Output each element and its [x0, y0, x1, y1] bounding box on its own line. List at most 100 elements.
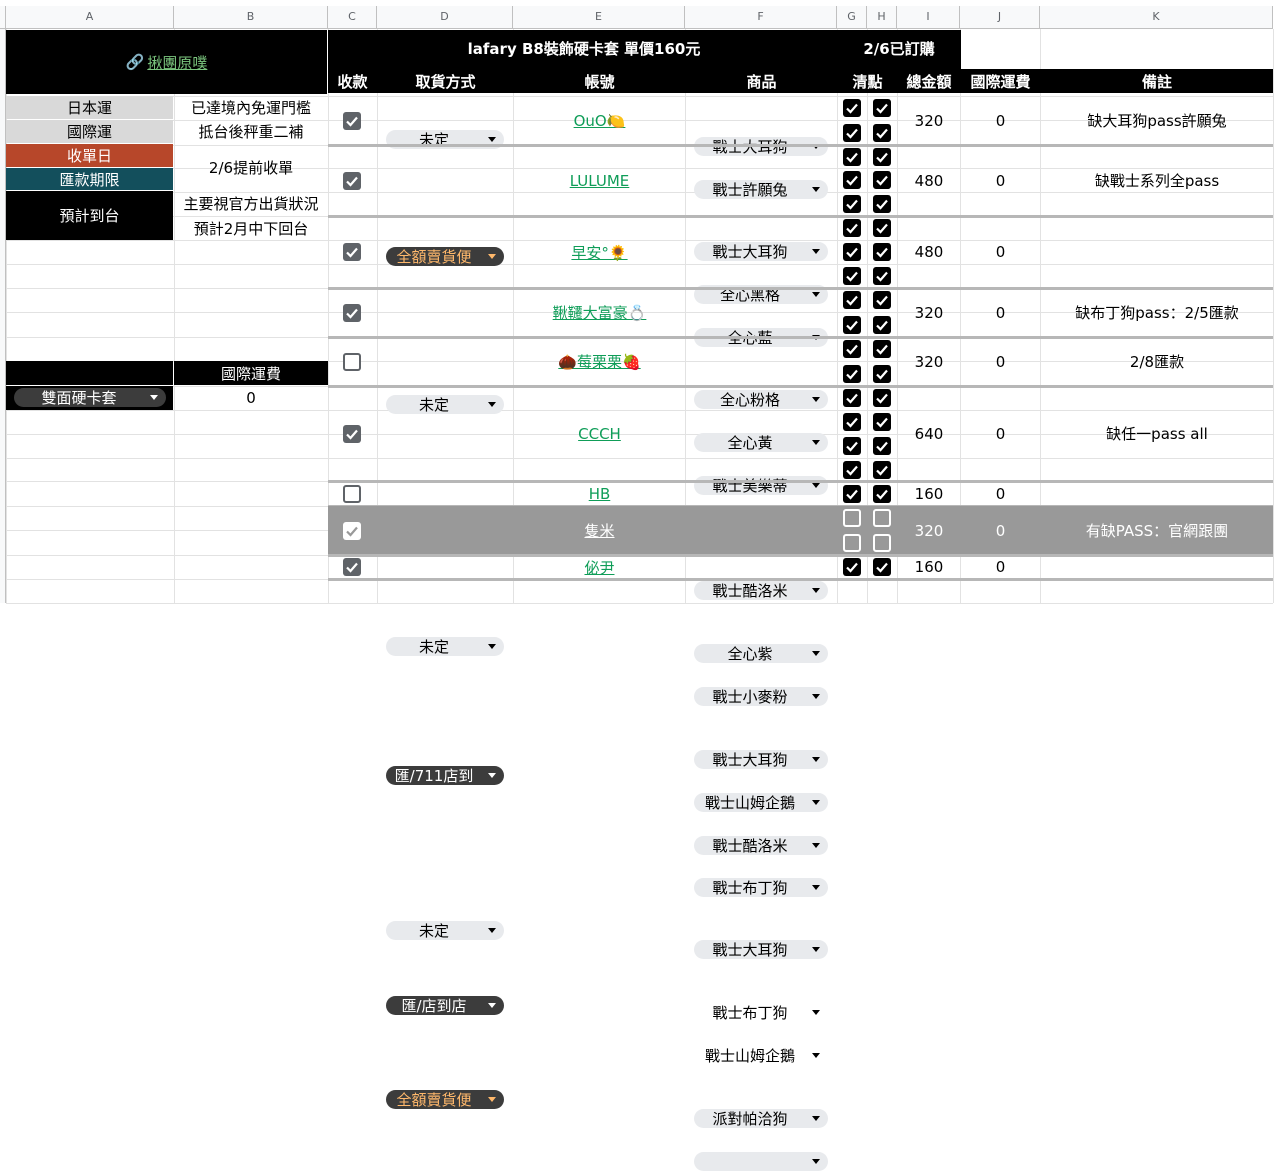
count-checkbox[interactable]: [873, 123, 891, 142]
count-checkbox[interactable]: [843, 558, 861, 576]
pickup-dropdown[interactable]: 匯/711店到: [386, 766, 504, 785]
count-checkbox[interactable]: [843, 389, 861, 407]
count-checkbox[interactable]: [843, 484, 861, 503]
item-dropdown[interactable]: 戰士酷洛米: [694, 581, 828, 600]
item-dropdown[interactable]: 派對帕洽狗: [694, 1108, 828, 1128]
paid-checkbox[interactable]: [343, 352, 361, 371]
column-header-f[interactable]: F: [685, 6, 837, 29]
count-checkbox[interactable]: [873, 558, 891, 576]
pickup-dropdown[interactable]: 未定: [386, 921, 504, 940]
pickup-dropdown[interactable]: 全額賣貨便: [386, 247, 504, 266]
column-header-c[interactable]: C: [328, 6, 377, 29]
count-checkbox[interactable]: [843, 243, 861, 261]
count-checkbox[interactable]: [843, 267, 861, 285]
account-link[interactable]: OuO🍋: [574, 112, 626, 130]
pickup-dropdown[interactable]: 未定: [386, 637, 504, 656]
column-header-d[interactable]: D: [377, 6, 513, 29]
count-checkbox[interactable]: [873, 437, 891, 455]
item-dropdown[interactable]: 全心紫: [694, 643, 828, 663]
count-checkbox[interactable]: [873, 460, 891, 479]
column-header-j[interactable]: J: [960, 6, 1040, 29]
column-header-i[interactable]: I: [897, 6, 960, 29]
item-dropdown[interactable]: 戰士大耳狗: [694, 940, 828, 959]
item-dropdown[interactable]: 全心黃: [694, 432, 828, 452]
count-checkbox[interactable]: [843, 99, 861, 117]
pickup-dropdown[interactable]: 未定: [386, 394, 504, 414]
count-checkbox[interactable]: [843, 147, 861, 166]
pickup-dropdown[interactable]: 匯/店到店: [386, 996, 504, 1015]
paid-checkbox[interactable]: [343, 111, 361, 130]
paid-checkbox[interactable]: [343, 424, 361, 443]
count-checkbox[interactable]: [873, 195, 891, 213]
select-all-corner[interactable]: [0, 6, 6, 29]
column-header-b[interactable]: B: [174, 6, 328, 29]
paid-checkbox[interactable]: [343, 521, 361, 540]
account-link[interactable]: HB: [589, 485, 611, 503]
count-checkbox[interactable]: [843, 364, 861, 383]
count-checkbox[interactable]: [873, 413, 891, 431]
count-checkbox[interactable]: [873, 267, 891, 285]
item-dropdown[interactable]: 戰士大耳狗: [694, 242, 828, 261]
column-header-h[interactable]: H: [867, 6, 897, 29]
count-checkbox[interactable]: [843, 533, 861, 552]
item-dropdown[interactable]: 全心粉格: [694, 389, 828, 409]
column-header-a[interactable]: A: [6, 6, 174, 29]
paid-checkbox[interactable]: [343, 484, 361, 503]
count-checkbox[interactable]: [873, 364, 891, 383]
count-checkbox[interactable]: [843, 219, 861, 237]
account-link[interactable]: 佖尹: [584, 557, 614, 578]
paid-checkbox[interactable]: [343, 243, 361, 261]
account-link[interactable]: LULUME: [570, 172, 630, 190]
paid-checkbox[interactable]: [343, 303, 361, 322]
count-checkbox[interactable]: [873, 509, 891, 527]
item-dropdown[interactable]: 戰士布丁狗: [694, 878, 828, 897]
count-checkbox[interactable]: [843, 123, 861, 142]
item-dropdown[interactable]: 戰士許願兔: [694, 180, 828, 199]
item-dropdown[interactable]: [694, 1151, 828, 1171]
chevron-down-icon: [812, 1053, 820, 1058]
item-dropdown[interactable]: 戰士美樂蒂: [694, 475, 828, 495]
paid-checkbox[interactable]: [343, 558, 361, 576]
count-checkbox[interactable]: [873, 243, 891, 261]
count-checkbox[interactable]: [843, 460, 861, 479]
account-link[interactable]: CCCH: [578, 425, 621, 443]
account-link[interactable]: 鞦韆大富豪💍: [553, 302, 647, 323]
item-dropdown[interactable]: 戰士大耳狗: [694, 749, 828, 769]
count-checkbox[interactable]: [873, 219, 891, 237]
count-checkbox[interactable]: [873, 147, 891, 166]
original-post-link[interactable]: 揪團原噗: [147, 52, 207, 73]
count-checkbox[interactable]: [843, 195, 861, 213]
shipping-option-dropdown[interactable]: 雙面硬卡套: [14, 388, 166, 407]
paid-checkbox[interactable]: [343, 171, 361, 190]
count-checkbox[interactable]: [873, 484, 891, 503]
item-dropdown[interactable]: 戰士酷洛米: [694, 835, 828, 855]
count-checkbox[interactable]: [873, 99, 891, 117]
note-cell: 缺戰士系列全pass: [1094, 172, 1220, 190]
chevron-down-icon: [812, 1158, 820, 1164]
count-checkbox[interactable]: [843, 340, 861, 358]
grid-hline: [6, 410, 1273, 411]
item-dropdown[interactable]: 戰士小麥粉: [694, 687, 828, 706]
account-link[interactable]: 早安°🌻: [571, 242, 627, 263]
column-header-g[interactable]: G: [837, 6, 867, 29]
item-dropdown[interactable]: 戰士布丁狗: [694, 1002, 828, 1022]
account-link[interactable]: 🌰莓栗栗🍓: [558, 351, 640, 372]
account-link[interactable]: 隻米: [584, 520, 614, 541]
item-dropdown[interactable]: 戰士山姆企鵝: [694, 792, 828, 812]
pickup-dropdown[interactable]: 全額賣貨便: [386, 1089, 504, 1109]
count-checkbox[interactable]: [873, 171, 891, 189]
count-checkbox[interactable]: [873, 389, 891, 407]
count-checkbox[interactable]: [843, 509, 861, 527]
count-checkbox[interactable]: [843, 291, 861, 309]
count-checkbox[interactable]: [843, 171, 861, 189]
count-checkbox[interactable]: [873, 291, 891, 309]
count-checkbox[interactable]: [873, 340, 891, 358]
count-checkbox[interactable]: [873, 315, 891, 334]
column-header-e[interactable]: E: [513, 6, 685, 29]
count-checkbox[interactable]: [843, 413, 861, 431]
count-checkbox[interactable]: [843, 437, 861, 455]
count-checkbox[interactable]: [843, 315, 861, 334]
item-dropdown[interactable]: 戰士山姆企鵝: [694, 1046, 828, 1065]
count-checkbox[interactable]: [873, 533, 891, 552]
column-header-k[interactable]: K: [1040, 6, 1273, 29]
